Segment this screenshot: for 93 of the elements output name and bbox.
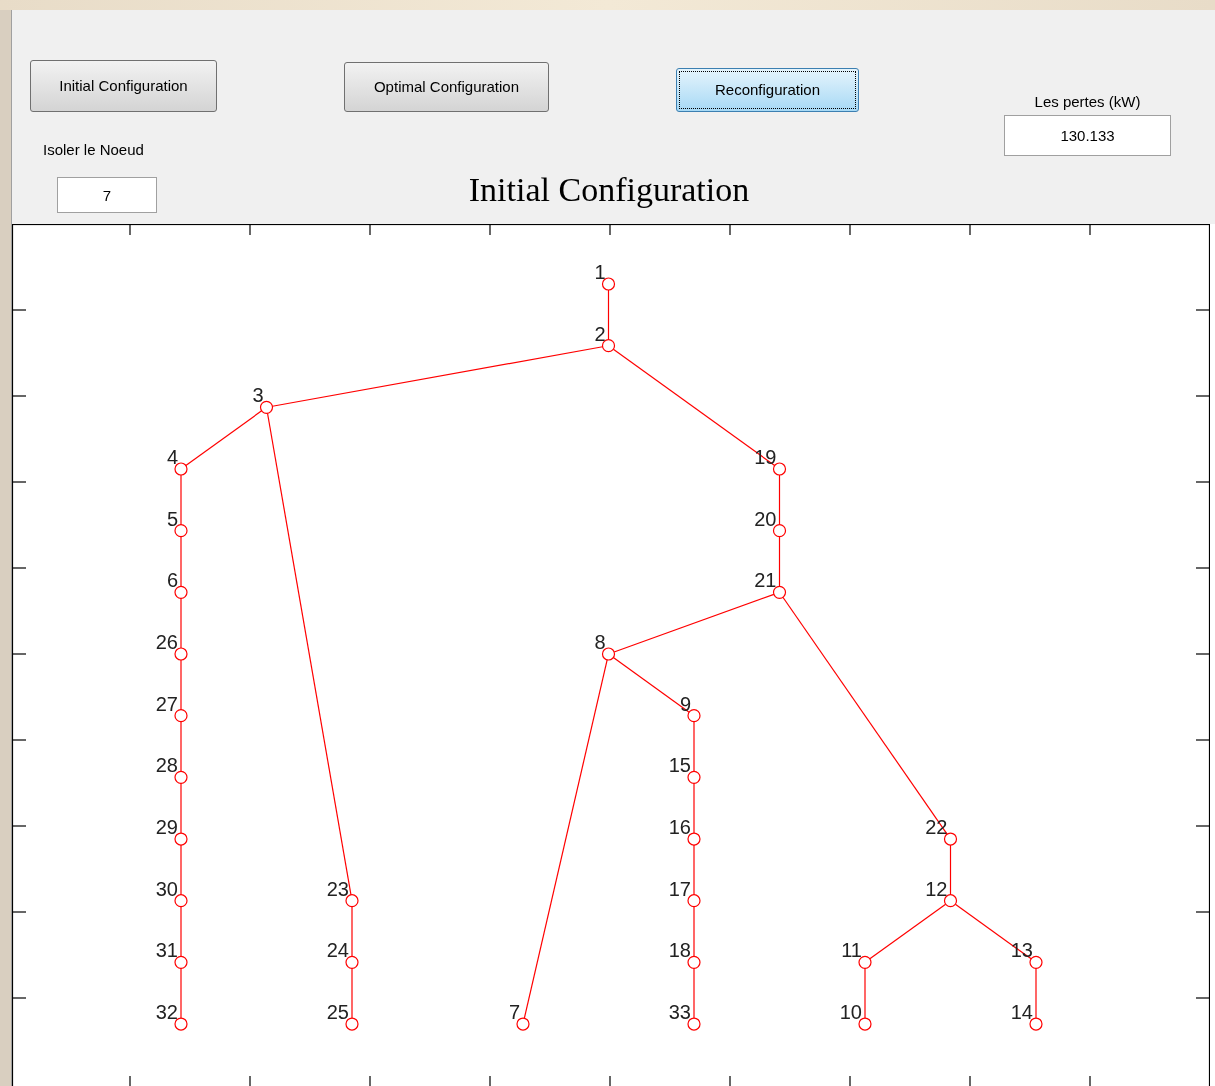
node-marker [174, 585, 188, 599]
node-label: 8 [594, 631, 606, 653]
node-marker [943, 894, 958, 908]
node-marker [943, 832, 958, 846]
node-marker [174, 770, 188, 784]
toolbar-button[interactable]: Optimal Configuration [344, 62, 549, 112]
edge-line [351, 906, 353, 957]
node-label: 2 [594, 322, 606, 345]
node-marker [345, 955, 359, 969]
node-marker [174, 647, 188, 661]
edge-line [949, 844, 952, 896]
node-marker [772, 462, 787, 476]
toolbar-button[interactable]: Initial Configuration [30, 60, 217, 112]
edge-line [180, 597, 182, 649]
edge-line [180, 721, 182, 772]
node-label: 31 [155, 939, 178, 962]
edge-line [693, 721, 695, 772]
node-marker [687, 770, 701, 784]
node-marker [174, 955, 188, 969]
node-marker [174, 1017, 188, 1031]
node-label: 14 [1010, 1001, 1033, 1024]
node-label: 5 [166, 507, 178, 530]
node-marker [1029, 955, 1043, 969]
node-marker [858, 955, 872, 969]
edge-line [180, 474, 182, 526]
node-marker [516, 1017, 530, 1031]
node-label: 25 [326, 1001, 349, 1024]
node-marker [601, 647, 616, 661]
node-label: 30 [155, 877, 178, 900]
node-label: 11 [841, 939, 862, 962]
node-marker [259, 400, 274, 414]
field-label: Les pertes (kW) [1034, 94, 1141, 110]
node-label: 23 [326, 877, 349, 900]
node-marker [687, 894, 701, 908]
node-marker [687, 1017, 701, 1031]
edge-line [693, 967, 695, 1019]
node-label: 28 [155, 754, 178, 777]
node-label: 9 [679, 692, 691, 715]
edge-line [180, 967, 182, 1019]
edge-line [693, 906, 695, 957]
node-label: 24 [326, 939, 349, 962]
field-label: Isoler le Noeud [43, 142, 145, 158]
edge-line [180, 782, 182, 834]
node-label: 12 [925, 877, 948, 900]
node-marker [687, 832, 701, 846]
node-label: 26 [155, 631, 178, 653]
node-marker [687, 709, 701, 723]
node-label: 10 [839, 1001, 862, 1024]
node-marker [601, 339, 616, 353]
node-label: 21 [754, 569, 777, 592]
node-marker [174, 462, 188, 476]
node-marker [174, 709, 188, 723]
edge-line [351, 967, 353, 1019]
node-marker [174, 832, 188, 846]
edge-line [607, 289, 610, 341]
node-marker [345, 1017, 359, 1031]
edge-line [180, 844, 182, 896]
losses-field[interactable]: 130.133 [1004, 115, 1171, 156]
node-label: 3 [252, 384, 264, 407]
node-field[interactable]: 7 [57, 177, 157, 213]
node-label: 18 [668, 939, 691, 962]
node-label: 15 [668, 754, 691, 777]
edge-line [693, 844, 695, 896]
edge-line [180, 659, 182, 711]
node-label: 20 [754, 507, 777, 530]
edge-line [180, 536, 182, 587]
node-label: 6 [166, 569, 178, 592]
node-label: 16 [668, 816, 691, 839]
node-label: 32 [155, 1001, 178, 1024]
edge-line [778, 474, 781, 526]
node-marker [174, 894, 188, 908]
node-marker [1029, 1017, 1043, 1031]
node-label: 29 [155, 816, 178, 839]
node-marker [858, 1017, 872, 1031]
node-marker [174, 524, 188, 538]
node-label: 4 [166, 446, 178, 468]
node-label: 17 [668, 877, 691, 900]
node-label: 27 [155, 692, 178, 715]
node-marker [345, 894, 359, 908]
node-marker [772, 524, 787, 538]
edge-line [778, 536, 781, 587]
node-label: 33 [668, 1001, 691, 1024]
node-marker [687, 955, 701, 969]
node-marker [772, 585, 787, 599]
edge-line [693, 782, 695, 834]
node-label: 7 [508, 1001, 520, 1024]
node-marker [601, 277, 616, 291]
edge-line [1035, 967, 1037, 1019]
edge-line [864, 967, 866, 1019]
node-label: 1 [594, 261, 606, 283]
edge-line [180, 906, 182, 957]
toolbar-button[interactable]: Reconfiguration [676, 68, 859, 112]
plot-title: Initial Configuration [468, 170, 750, 210]
